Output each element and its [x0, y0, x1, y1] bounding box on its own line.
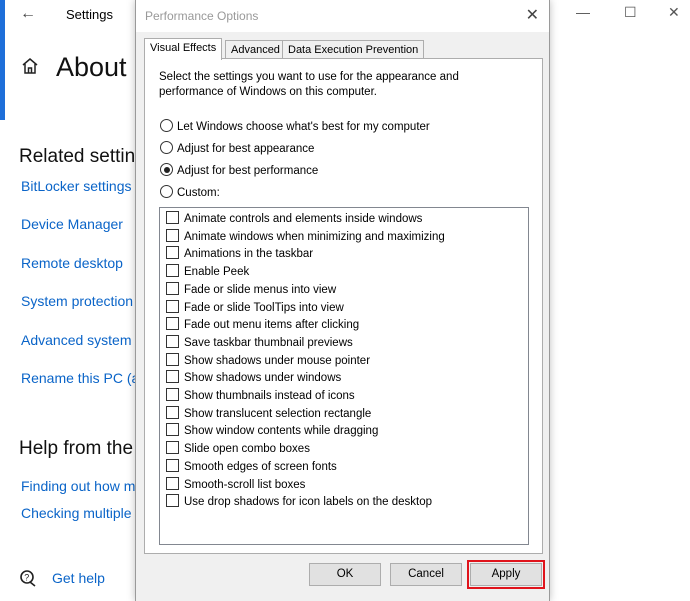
- effect-checkbox-row[interactable]: Slide open combo boxes: [166, 441, 310, 458]
- radio-custom[interactable]: Custom:: [160, 185, 220, 203]
- effect-checkbox-row[interactable]: Save taskbar thumbnail previews: [166, 334, 353, 352]
- checkbox[interactable]: [166, 317, 179, 331]
- link-checking-multiple[interactable]: Checking multiple: [21, 505, 132, 521]
- apply-button[interactable]: Apply: [467, 560, 545, 589]
- effect-checkbox-row[interactable]: Fade or slide ToolTips into view: [166, 299, 344, 317]
- effect-checkbox-row[interactable]: Animate controls and elements inside win…: [166, 211, 422, 228]
- effect-checkbox-row[interactable]: Animations in the taskbar: [166, 246, 313, 263]
- checkbox[interactable]: [166, 228, 179, 242]
- radio-label: Adjust for best appearance: [177, 143, 315, 155]
- checkbox[interactable]: [166, 388, 179, 401]
- tab-advanced[interactable]: Advanced: [225, 40, 286, 59]
- home-icon[interactable]: [20, 56, 40, 81]
- checkbox[interactable]: [166, 405, 179, 419]
- checkbox[interactable]: [166, 334, 179, 348]
- checkbox[interactable]: [166, 441, 179, 455]
- effect-checkbox-row[interactable]: Enable Peek: [166, 264, 249, 281]
- effect-label: Animations in the taskbar: [184, 248, 314, 261]
- effect-label: Enable Peek: [184, 266, 250, 279]
- dialog-close-icon[interactable]: ✕: [526, 5, 539, 25]
- link-rename-pc[interactable]: Rename this PC (ac: [21, 370, 146, 386]
- effect-label: Smooth-scroll list boxes: [184, 478, 306, 491]
- effect-label: Animate controls and elements inside win…: [184, 213, 423, 225]
- visual-effects-panel: Select the settings you want to use for …: [144, 58, 543, 554]
- effect-checkbox-row[interactable]: Show translucent selection rectangle: [166, 405, 372, 423]
- effect-label: Show thumbnails instead of icons: [184, 390, 355, 402]
- effect-checkbox-row[interactable]: Smooth edges of screen fonts: [166, 458, 337, 476]
- effect-checkbox-row[interactable]: Animate windows when minimizing and maxi…: [166, 228, 445, 246]
- radio-let-windows-choose[interactable]: Let Windows choose what's best for my co…: [160, 119, 430, 137]
- link-remote-desktop[interactable]: Remote desktop: [21, 255, 123, 271]
- checkbox[interactable]: [166, 352, 179, 366]
- checkbox[interactable]: [166, 246, 179, 260]
- link-advanced-system[interactable]: Advanced system s: [21, 332, 142, 348]
- effect-label: Smooth edges of screen fonts: [184, 460, 337, 473]
- app-title: Settings: [66, 7, 113, 22]
- page-title: About: [56, 52, 127, 82]
- ok-button[interactable]: OK: [309, 563, 381, 586]
- effect-label: Save taskbar thumbnail previews: [184, 336, 353, 349]
- effect-checkbox-row[interactable]: Show window contents while dragging: [166, 423, 378, 440]
- radio-label: Custom:: [177, 187, 220, 199]
- link-device-manager[interactable]: Device Manager: [21, 216, 123, 232]
- checkbox[interactable]: [166, 370, 179, 384]
- checkbox[interactable]: [166, 299, 179, 313]
- effect-label: Fade or slide ToolTips into view: [184, 301, 344, 314]
- checkbox[interactable]: [166, 476, 179, 490]
- effect-checkbox-row[interactable]: Show shadows under mouse pointer: [166, 352, 371, 370]
- tab-visual-effects[interactable]: Visual Effects: [144, 38, 223, 60]
- effect-checkbox-row[interactable]: Fade out menu items after clicking: [166, 317, 359, 334]
- get-help-link[interactable]: Get help: [52, 570, 105, 586]
- effect-label: Show window contents while dragging: [184, 425, 379, 438]
- effect-checkbox-row[interactable]: Show shadows under windows: [166, 370, 341, 387]
- panel-description: Select the settings you want to use for …: [159, 71, 459, 98]
- related-settings-heading: Related settin: [19, 146, 136, 167]
- effect-checkbox-row[interactable]: Fade or slide menus into view: [166, 281, 337, 299]
- radio-best-performance[interactable]: Adjust for best performance: [160, 163, 318, 181]
- link-system-protection[interactable]: System protection: [21, 293, 133, 309]
- dialog-title: Performance Options: [145, 9, 259, 23]
- effect-label: Show shadows under mouse pointer: [184, 354, 371, 367]
- effect-label: Show shadows under windows: [184, 372, 342, 385]
- back-arrow-icon[interactable]: ←: [20, 5, 36, 23]
- minimize-icon[interactable]: —: [576, 4, 590, 20]
- dialog-titlebar: Performance Options ✕: [136, 0, 549, 32]
- cancel-button[interactable]: Cancel: [390, 563, 462, 586]
- radio-button-selected[interactable]: [160, 163, 173, 176]
- help-heading: Help from the: [19, 438, 134, 459]
- effect-label: Animate windows when minimizing and maxi…: [184, 230, 445, 243]
- svg-text:?: ?: [24, 573, 29, 583]
- link-bitlocker[interactable]: BitLocker settings: [21, 178, 132, 194]
- chat-help-icon: ?: [20, 570, 38, 593]
- effect-label: Use drop shadows for icon labels on the …: [184, 496, 433, 509]
- effect-checkbox-row[interactable]: Show thumbnails instead of icons: [166, 388, 355, 405]
- radio-button[interactable]: [160, 141, 173, 154]
- link-finding-out[interactable]: Finding out how m: [21, 478, 135, 494]
- checkbox[interactable]: [166, 494, 179, 508]
- radio-best-appearance[interactable]: Adjust for best appearance: [160, 141, 314, 159]
- effect-checkbox-row[interactable]: Smooth-scroll list boxes: [166, 476, 306, 494]
- checkbox[interactable]: [166, 281, 179, 295]
- radio-label: Let Windows choose what's best for my co…: [177, 121, 430, 133]
- effects-listbox[interactable]: Animate controls and elements inside win…: [159, 207, 529, 545]
- checkbox[interactable]: [166, 264, 179, 278]
- effect-label: Fade or slide menus into view: [184, 283, 337, 296]
- checkbox[interactable]: [166, 211, 179, 224]
- radio-label: Adjust for best performance: [177, 165, 319, 177]
- maximize-icon[interactable]: ☐: [624, 4, 637, 21]
- close-icon[interactable]: ✕: [668, 4, 680, 21]
- performance-options-dialog: Performance Options ✕ Visual Effects Adv…: [135, 0, 550, 601]
- checkbox[interactable]: [166, 458, 179, 472]
- effect-label: Fade out menu items after clicking: [184, 319, 360, 332]
- radio-button[interactable]: [160, 119, 173, 132]
- effect-checkbox-row[interactable]: Use drop shadows for icon labels on the …: [166, 494, 432, 511]
- checkbox[interactable]: [166, 423, 179, 437]
- effect-label: Show translucent selection rectangle: [184, 407, 372, 420]
- tab-data-execution-prevention[interactable]: Data Execution Prevention: [282, 40, 425, 59]
- radio-button[interactable]: [160, 185, 173, 198]
- effect-label: Slide open combo boxes: [184, 443, 310, 456]
